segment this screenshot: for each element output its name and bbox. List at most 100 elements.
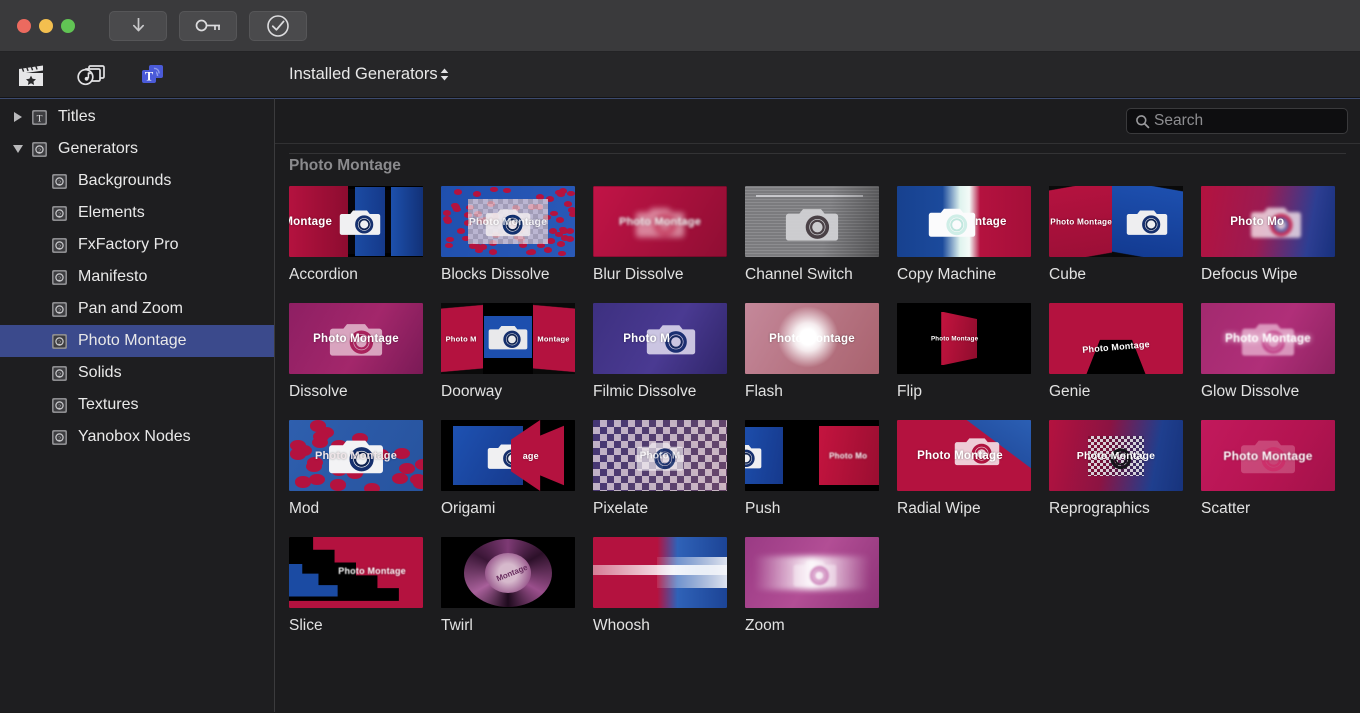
thumb-caption: Photo M [639,450,681,461]
check-button[interactable] [249,10,307,41]
generator-thumbnail[interactable]: ntage [897,186,1031,257]
disclosure-triangle[interactable] [8,145,28,153]
generator-icon: 2 [48,173,70,190]
generator-thumbnail[interactable]: Photo Montage [897,303,1031,374]
generator-item[interactable]: Photo Montage Genie [1049,303,1201,401]
generator-thumbnail[interactable]: Photo Montage [1049,303,1183,374]
sidebar-item-manifesto[interactable]: 2 Manifesto [0,261,274,293]
generator-item[interactable]: Photo Montage Flash [745,303,897,401]
generator-thumbnail[interactable] [745,537,879,608]
generator-thumbnail[interactable]: Photo M [593,303,727,374]
generator-label: Cube [1049,266,1087,283]
generator-item[interactable]: Photo Montage Radial Wipe [897,420,1049,518]
generator-thumbnail[interactable]: Photo M Montage [441,303,575,374]
generator-item[interactable]: Photo Montage Mod [289,420,441,518]
thumb-caption: Photo M [623,332,670,345]
generator-thumbnail[interactable]: Photo Montage [897,420,1031,491]
generator-thumbnail[interactable]: Photo Montage [441,186,575,257]
svg-text:2: 2 [58,308,61,314]
generator-icon: 2 [48,365,70,382]
close-button[interactable] [17,18,31,33]
sidebar-item-yanobox-nodes[interactable]: 2 Yanobox Nodes [0,421,274,453]
generator-item[interactable]: Photo Montage Reprographics [1049,420,1201,518]
download-button[interactable] [109,10,167,41]
generator-item[interactable]: Whoosh [593,537,745,635]
camera-icon [785,209,839,241]
generator-thumbnail[interactable]: Photo Montage [289,537,423,608]
sidebar-item-titles[interactable]: T Titles [0,101,274,133]
search-icon [1136,114,1150,128]
sidebar-item-photo-montage[interactable]: 2 Photo Montage [0,325,274,357]
sidebar-item-label: Photo Montage [78,332,187,349]
generator-item[interactable]: Photo Mo Defocus Wipe [1201,186,1353,284]
key-button[interactable] [179,10,237,41]
search-input[interactable]: Search [1126,108,1348,134]
sidebar-item-generators[interactable]: 2 Generators [0,133,274,165]
sidebar-item-solids[interactable]: 2 Solids [0,357,274,389]
generator-item[interactable]: Channel Switch [745,186,897,284]
svg-text:T: T [36,114,42,124]
search-placeholder: Search [1154,112,1204,129]
generator-thumbnail[interactable]: Photo M [593,420,727,491]
browser-selector[interactable]: Installed Generators [289,65,450,84]
sidebar-item-pan-and-zoom[interactable]: 2 Pan and Zoom [0,293,274,325]
generator-item[interactable]: Zoom [745,537,897,635]
generator-thumbnail[interactable]: Photo Montage [289,420,423,491]
minimize-button[interactable] [39,18,53,33]
generator-label: Twirl [441,617,473,634]
thumb-caption: Photo Montage [1050,217,1113,226]
generator-item[interactable]: Photo Montage Scatter [1201,420,1353,518]
generator-item[interactable]: Photo Montage Dissolve [289,303,441,401]
disclosure-triangle[interactable] [8,112,28,122]
generator-thumbnail[interactable]: Photo Montage [1201,303,1335,374]
generator-thumbnail[interactable]: age [441,420,575,491]
generator-thumbnail[interactable]: Photo Montage [1201,420,1335,491]
zoom-button[interactable] [61,18,75,33]
generator-item[interactable]: Photo Montage Blur Dissolve [593,186,745,284]
effects-tab[interactable] [16,61,46,89]
generator-item[interactable]: Photo Montage Flip [897,303,1049,401]
generator-icon: 2 [48,397,70,414]
generator-item[interactable]: Montage Accordion [289,186,441,284]
sidebar-item-label: Textures [78,396,139,413]
svg-text:2: 2 [58,404,61,410]
generator-thumbnail[interactable]: Photo Montage [593,186,727,257]
generator-item[interactable]: Photo M Pixelate [593,420,745,518]
generator-label: Flip [897,383,922,400]
key-icon [195,19,220,32]
thumb-caption: Photo Montage [917,449,1003,462]
sidebar-item-elements[interactable]: 2 Elements [0,197,274,229]
generator-label: Blur Dissolve [593,266,684,283]
generator-item[interactable]: ntage Copy Machine [897,186,1049,284]
generator-item[interactable]: Photo Montage Slice [289,537,441,635]
generator-item[interactable]: Montage Twirl [441,537,593,635]
sidebar-item-label: Elements [78,204,145,221]
generator-thumbnail[interactable]: Photo Montage [289,303,423,374]
sidebar-item-label: Generators [58,140,139,157]
generator-item[interactable]: Photo Montage Blocks Dissolve [441,186,593,284]
titles-generators-tab[interactable]: T [136,61,166,89]
generator-thumbnail[interactable]: Photo Mo [745,420,879,491]
generator-thumbnail[interactable]: Photo Montage [1049,420,1183,491]
generator-item[interactable]: age Origami [441,420,593,518]
generator-thumbnail[interactable] [593,537,727,608]
generator-thumbnail[interactable]: Montage [441,537,575,608]
sidebar-item-fxfactory-pro[interactable]: 2 FxFactory Pro [0,229,274,261]
generator-thumbnail[interactable]: Montage [289,186,423,257]
generator-thumbnail[interactable] [745,186,879,257]
generator-item[interactable]: Photo Montage Cube [1049,186,1201,284]
generator-thumbnail[interactable]: Photo Mo [1201,186,1335,257]
generator-thumbnail[interactable]: Photo Montage [745,303,879,374]
camera-icon [1126,209,1168,235]
sidebar-item-backgrounds[interactable]: 2 Backgrounds [0,165,274,197]
search-bar: Search [275,99,1360,144]
generator-item[interactable]: Photo M Montage Doorway [441,303,593,401]
generator-item[interactable]: Photo Montage Glow Dissolve [1201,303,1353,401]
generator-item[interactable]: Photo Mo Push [745,420,897,518]
sidebar-item-textures[interactable]: 2 Textures [0,389,274,421]
generator-label: Dissolve [289,383,348,400]
browser-tabs: T [0,61,166,89]
media-tab[interactable] [76,61,106,89]
generator-thumbnail[interactable]: Photo Montage [1049,186,1183,257]
generator-item[interactable]: Photo M Filmic Dissolve [593,303,745,401]
